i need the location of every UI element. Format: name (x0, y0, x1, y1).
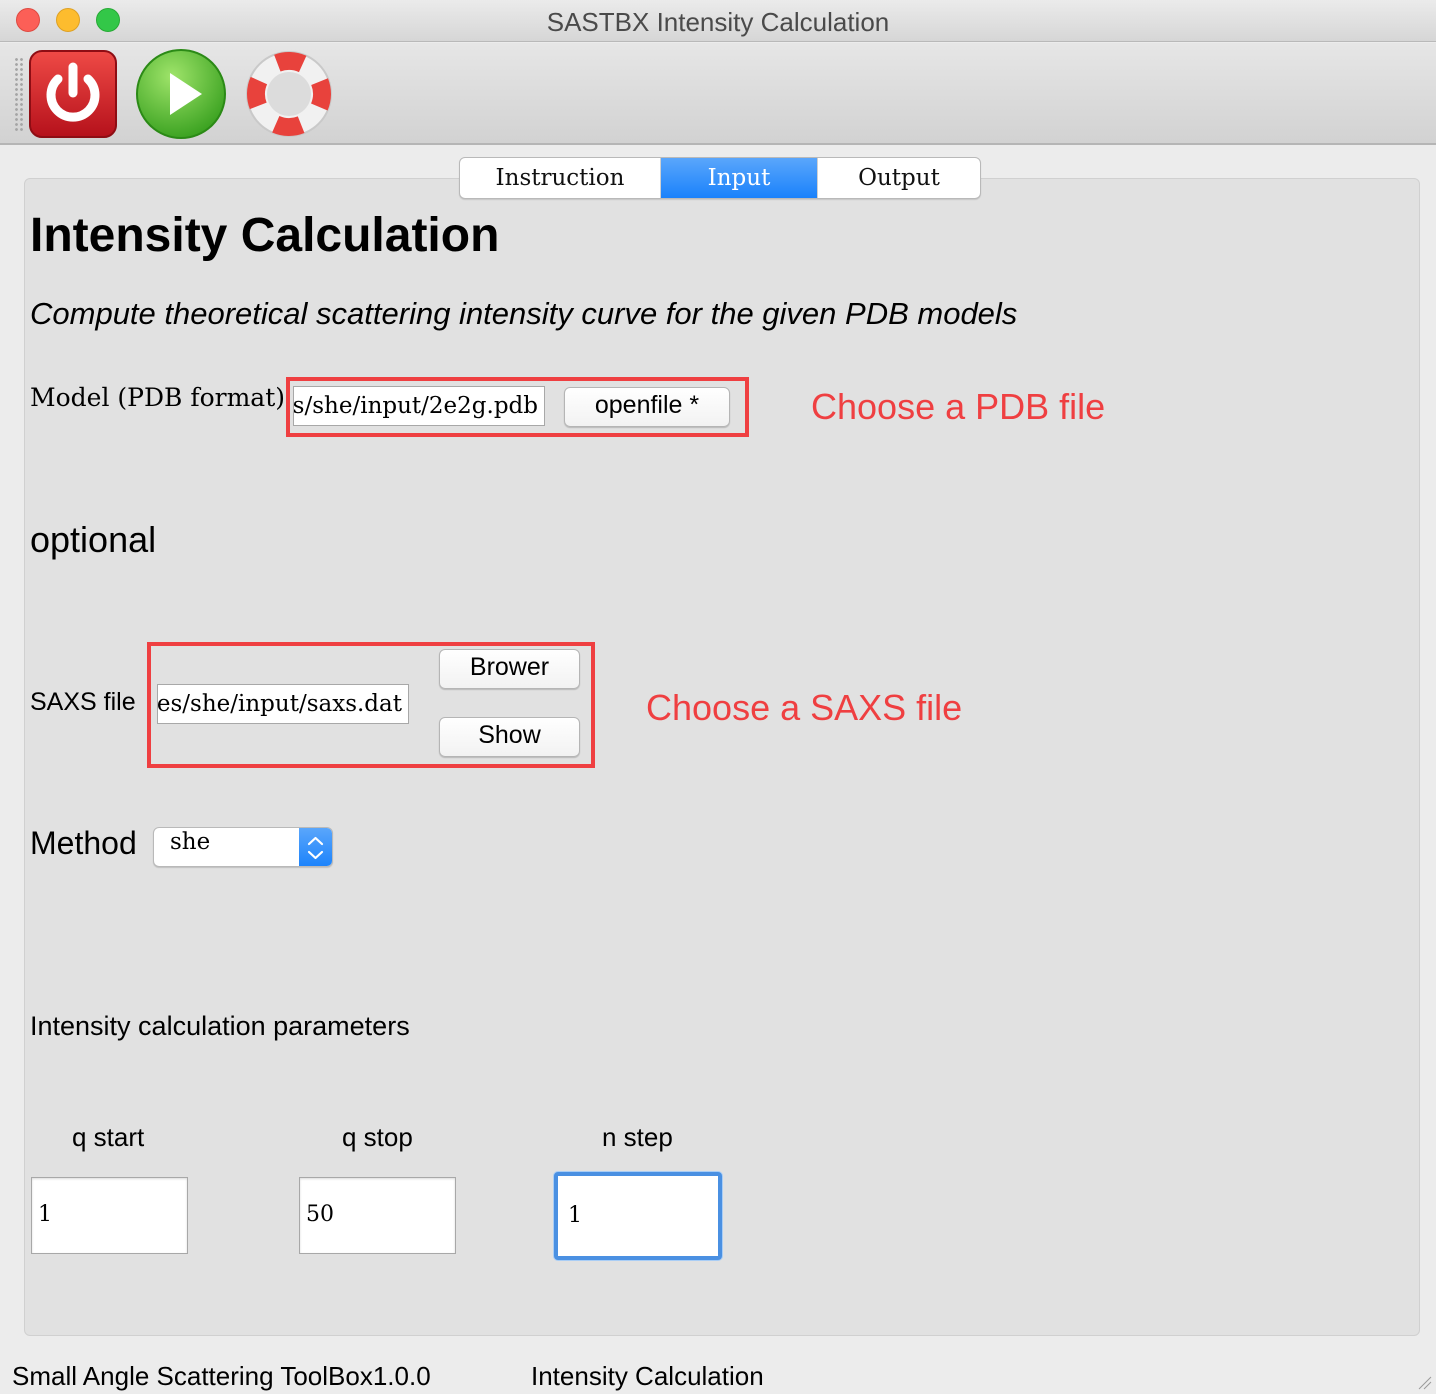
pdb-annotation: Choose a PDB file (811, 386, 1106, 427)
status-app-name: Small Angle Scattering ToolBox1.0.0 (12, 1361, 431, 1391)
brower-button[interactable]: Brower (439, 649, 580, 689)
tab-bar: Instruction Input Output (459, 157, 981, 199)
tab-output[interactable]: Output (817, 158, 980, 198)
saxs-file-label: SAXS file (30, 688, 136, 716)
power-icon (29, 50, 117, 138)
method-select[interactable]: she (153, 827, 333, 867)
openfile-button[interactable]: openfile * (564, 387, 730, 427)
q-start-label: q start (72, 1122, 145, 1152)
n-step-input[interactable]: 1 (554, 1172, 722, 1260)
model-file-field[interactable]: examples/she/input/2e2g.pdb (293, 386, 545, 426)
power-button[interactable] (26, 47, 120, 141)
help-button[interactable] (242, 47, 336, 141)
play-icon (136, 49, 226, 139)
saxs-file-value: examples/she/input/saxs.dat (157, 691, 402, 717)
method-select-value: she (170, 829, 211, 855)
page-title: Intensity Calculation (30, 209, 500, 262)
model-label: Model (PDB format) (30, 383, 285, 412)
method-label: Method (30, 825, 137, 861)
saxs-annotation: Choose a SAXS file (646, 687, 963, 728)
chevron-updown-icon (299, 828, 332, 866)
saxs-file-field[interactable]: examples/she/input/saxs.dat (157, 684, 409, 724)
tab-instruction[interactable]: Instruction (460, 158, 661, 198)
q-start-input[interactable]: 1 (31, 1177, 188, 1254)
window-title: SASTBX Intensity Calculation (546, 7, 890, 37)
toolbar-grip-handle[interactable] (14, 57, 24, 133)
q-stop-input[interactable]: 50 (299, 1177, 456, 1254)
tab-input[interactable]: Input (661, 158, 817, 198)
title-bar: SASTBX Intensity Calculation (0, 0, 1436, 42)
show-button[interactable]: Show (439, 717, 580, 757)
page-subtitle: Compute theoretical scattering intensity… (30, 296, 1018, 331)
lifebuoy-icon (246, 51, 332, 137)
toolbar (0, 43, 1436, 145)
n-step-label: n step (602, 1122, 673, 1152)
optional-heading: optional (30, 519, 157, 560)
model-file-value: examples/she/input/2e2g.pdb (293, 393, 538, 419)
params-heading: Intensity calculation parameters (30, 1011, 410, 1041)
resize-grip-handle[interactable] (1416, 1374, 1432, 1390)
run-button[interactable] (134, 47, 228, 141)
q-stop-label: q stop (342, 1122, 413, 1152)
status-module-name: Intensity Calculation (531, 1361, 764, 1391)
